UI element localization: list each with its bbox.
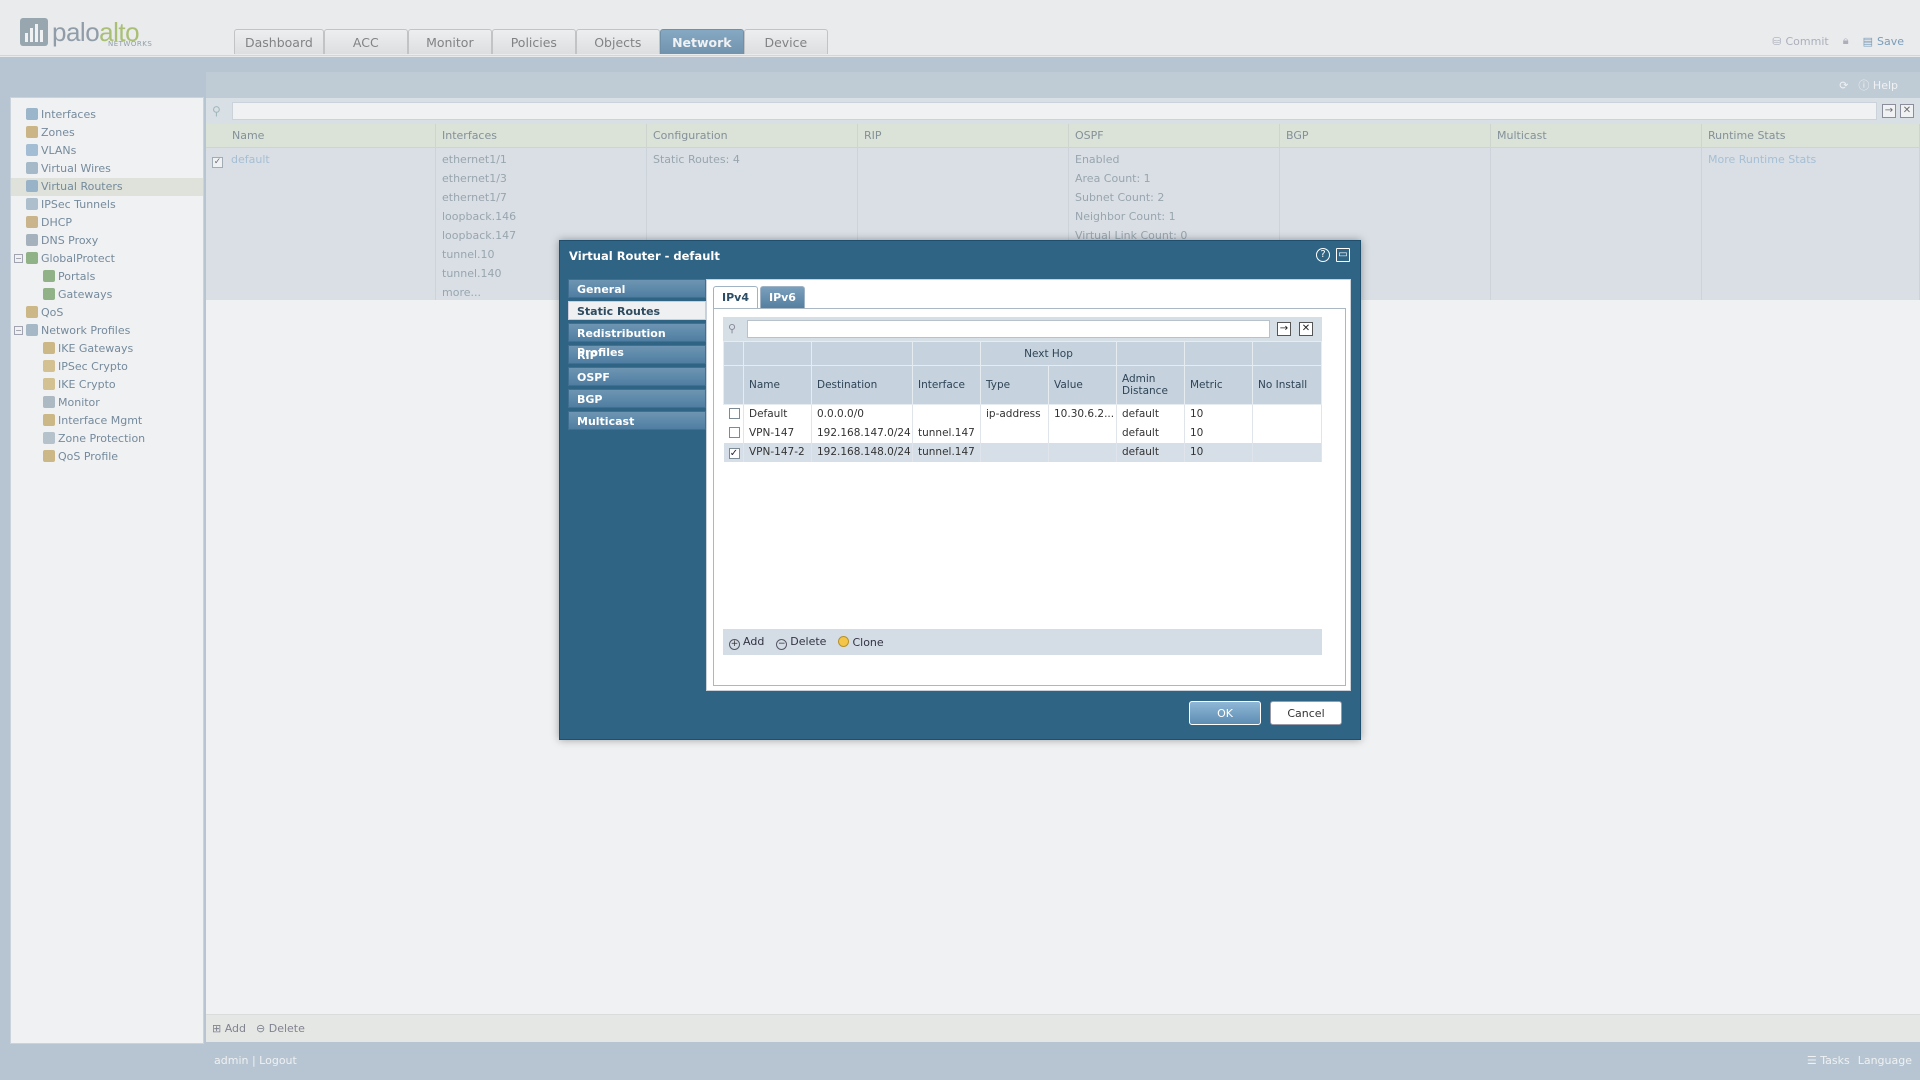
col-value[interactable]: Value [1048,365,1117,405]
clone-icon [838,635,850,647]
cell-type [980,423,1049,443]
routes-filter-input[interactable] [747,320,1270,338]
cell-interface: tunnel.147 [912,423,981,443]
col-interface[interactable]: Interface [912,365,981,405]
col-name[interactable]: Name [743,365,812,405]
cell-metric: 10 [1184,423,1253,443]
dialog-nav-multicast[interactable]: Multicast [568,411,706,430]
cell-admin-distance: default [1116,442,1185,462]
cell-no-install [1252,404,1322,424]
dialog-nav-redistribution-profiles[interactable]: Redistribution Profiles [568,323,706,359]
static-routes-panel: IPv4 IPv6 ⚲ → ✕ Next Hop Name Destinatio… [706,279,1351,691]
dialog-nav: General Static Routes Redistribution Profi… [568,279,706,433]
cell-value: 10.30.6.2... [1048,404,1117,424]
clone-route-button[interactable]: Clone [838,635,884,649]
cell-type [980,442,1049,462]
delete-route-button[interactable]: − Delete [776,635,826,650]
cell-admin-distance: default [1116,423,1185,443]
routes-filter-bar: ⚲ → ✕ [723,317,1322,341]
delete-icon: − [776,638,788,650]
virtual-router-dialog: Virtual Router - default ? ▭ General Stat… [559,240,1361,740]
cell-no-install [1252,423,1322,443]
dialog-maximize-icon[interactable]: ▭ [1336,248,1350,262]
select-all-column [723,365,744,405]
cell-metric: 10 [1184,442,1253,462]
col-no-install[interactable]: No Install [1252,365,1322,405]
cell-value [1048,423,1117,443]
tab-ipv6[interactable]: IPv6 [759,286,805,308]
ok-button[interactable]: OK [1189,701,1261,725]
row-checkbox[interactable] [728,407,740,419]
cell-metric: 10 [1184,404,1253,424]
dialog-nav-rip[interactable]: RIP [568,345,706,364]
cell-destination: 0.0.0.0/0 [811,404,913,424]
cell-type: ip-address [980,404,1049,424]
search-icon: ⚲ [728,322,737,335]
dialog-nav-bgp[interactable]: BGP [568,389,706,408]
routes-table-panel: ⚲ → ✕ Next Hop Name Destination Interfac… [713,308,1346,686]
col-metric[interactable]: Metric [1184,365,1253,405]
dialog-nav-static-routes[interactable]: Static Routes [568,301,706,320]
cell-name: VPN-147 [743,423,812,443]
col-type[interactable]: Type [980,365,1049,405]
add-route-button[interactable]: + Add [729,635,764,650]
table-row[interactable]: Default 0.0.0.0/0 ip-address 10.30.6.2... de… [723,404,1322,424]
table-row[interactable]: VPN-147 192.168.147.0/24 tunnel.147 default… [723,423,1322,443]
cell-destination: 192.168.147.0/24 [811,423,913,443]
cancel-button[interactable]: Cancel [1270,701,1342,725]
dialog-help-icon[interactable]: ? [1316,248,1330,262]
cell-name: VPN-147-2 [743,442,812,462]
ip-version-tabs: IPv4 IPv6 [713,286,805,308]
dialog-nav-general[interactable]: General [568,279,706,298]
cell-interface: tunnel.147 [912,442,981,462]
dialog-nav-ospf[interactable]: OSPF [568,367,706,386]
cell-no-install [1252,442,1322,462]
dialog-title: Virtual Router - default [569,249,720,263]
cell-value [1048,442,1117,462]
col-admin-distance[interactable]: Admin Distance [1116,365,1185,405]
next-hop-group-header: Next Hop [980,341,1117,366]
row-checkbox[interactable] [728,426,740,438]
static-routes-table: Next Hop Name Destination Interface Type… [723,341,1322,462]
cell-admin-distance: default [1116,404,1185,424]
routes-action-bar: + Add − Delete Clone [723,629,1322,655]
cell-name: Default [743,404,812,424]
row-checkbox[interactable]: ✓ [728,447,740,459]
cell-destination: 192.168.148.0/24 [811,442,913,462]
table-row[interactable]: ✓ VPN-147-2 192.168.148.0/24 tunnel.147 defa… [723,442,1322,462]
col-destination[interactable]: Destination [811,365,913,405]
apply-filter-button[interactable]: → [1277,322,1291,336]
tab-ipv4[interactable]: IPv4 [713,286,758,308]
add-icon: + [729,638,740,650]
cell-interface [912,404,981,424]
clear-filter-button[interactable]: ✕ [1299,322,1313,336]
